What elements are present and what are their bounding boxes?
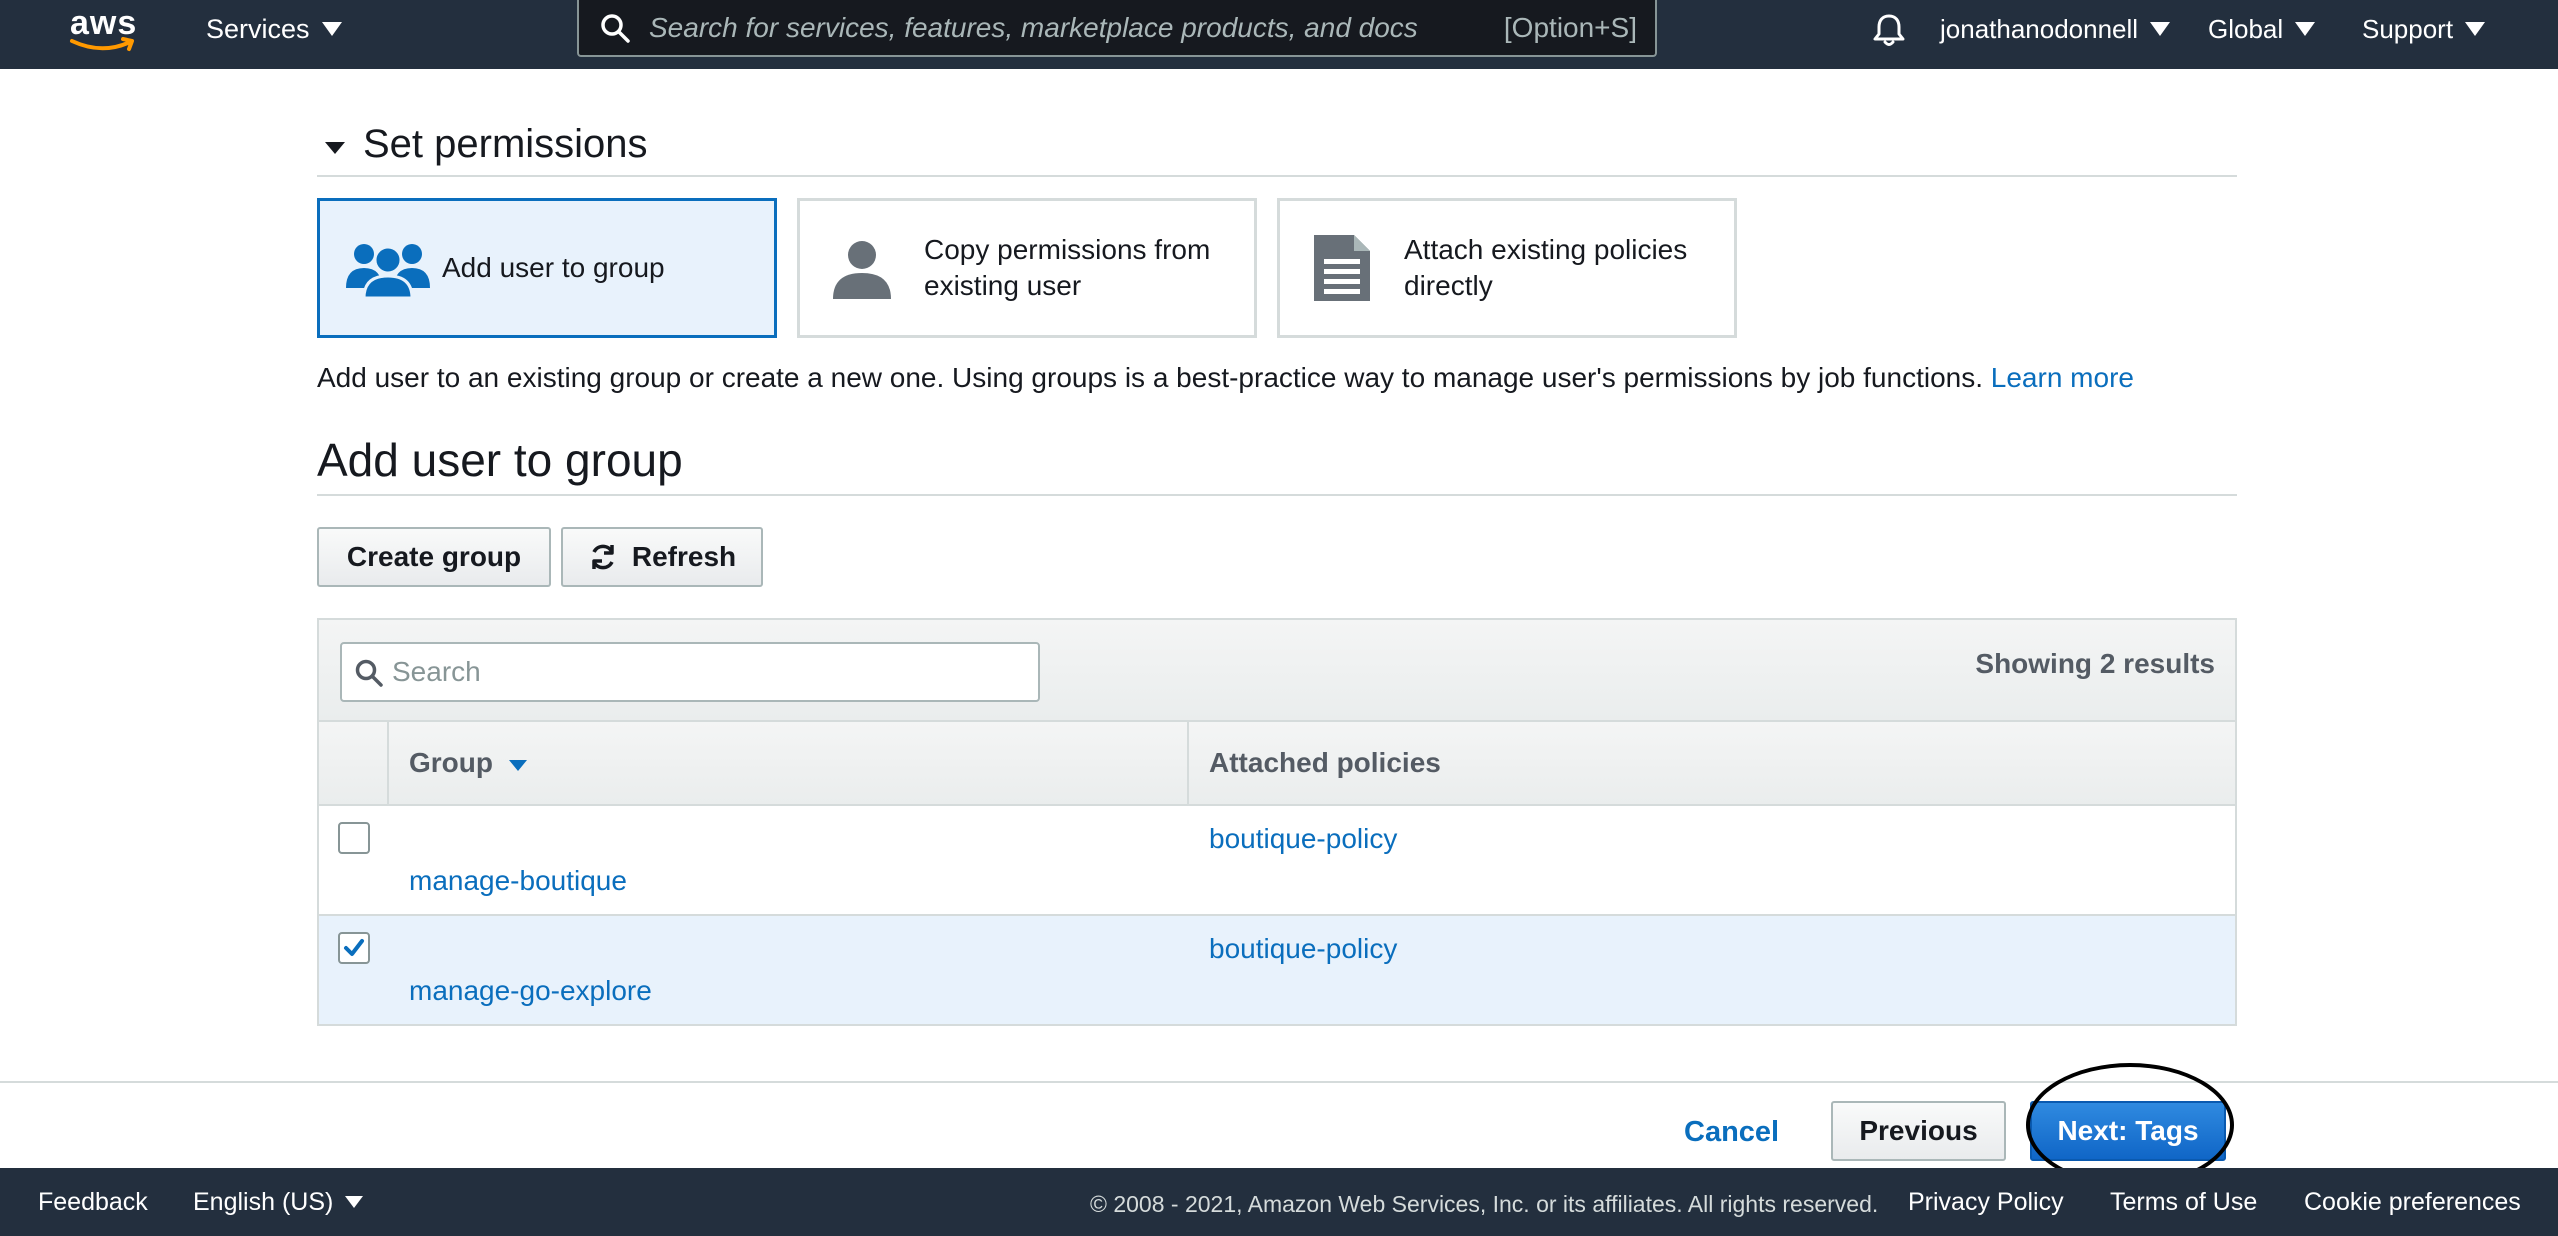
region-menu[interactable]: Global xyxy=(2208,13,2316,45)
option-copy-permissions[interactable]: Copy permissions from existing user xyxy=(797,198,1257,338)
row-checkbox[interactable] xyxy=(338,822,370,854)
user-group-icon xyxy=(320,238,442,298)
services-menu[interactable]: Services xyxy=(206,13,342,45)
table-header: Group Attached policies xyxy=(319,722,2235,806)
permissions-description: Add user to an existing group or create … xyxy=(317,362,2134,393)
chevron-down-icon xyxy=(321,22,342,36)
region-label: Global xyxy=(2208,14,2284,44)
column-header-group[interactable]: Group xyxy=(389,722,1189,804)
sort-descending-icon[interactable] xyxy=(509,759,527,771)
chevron-down-icon xyxy=(2295,22,2316,36)
group-link[interactable]: manage-go-explore xyxy=(409,974,652,1008)
create-group-button[interactable]: Create group xyxy=(317,527,551,587)
services-label: Services xyxy=(206,14,310,44)
console-footer: Feedback English (US) © 2008 - 2021, Ama… xyxy=(0,1168,2558,1236)
document-icon xyxy=(1280,233,1404,303)
option-attach-policies[interactable]: Attach existing policies directly xyxy=(1277,198,1737,338)
account-menu[interactable]: jonathanodonnell xyxy=(1940,13,2171,45)
copyright-text: © 2008 - 2021, Amazon Web Services, Inc.… xyxy=(1090,1191,1879,1217)
chevron-down-icon xyxy=(2150,22,2171,36)
user-icon xyxy=(800,237,924,299)
policy-link[interactable]: boutique-policy xyxy=(1209,822,1397,856)
refresh-button[interactable]: Refresh xyxy=(561,527,763,587)
row-checkbox[interactable] xyxy=(338,932,370,964)
aws-logo[interactable]: aws xyxy=(68,4,140,54)
option-label: Add user to group xyxy=(442,252,665,283)
feedback-link[interactable]: Feedback xyxy=(38,1186,148,1218)
cookie-preferences-link[interactable]: Cookie preferences xyxy=(2304,1186,2521,1218)
group-search-box[interactable] xyxy=(340,642,1040,702)
support-menu[interactable]: Support xyxy=(2362,13,2486,45)
groups-table: Showing 2 results Group Attached policie… xyxy=(317,618,2237,1026)
account-label: jonathanodonnell xyxy=(1940,14,2139,44)
policy-link[interactable]: boutique-policy xyxy=(1209,932,1397,966)
notifications-bell-icon[interactable] xyxy=(1872,12,1906,48)
search-icon xyxy=(601,14,630,43)
set-permissions-header[interactable]: Set permissions xyxy=(317,118,2237,177)
learn-more-link[interactable]: Learn more xyxy=(1991,362,2134,393)
global-search-box[interactable]: Search for services, features, marketpla… xyxy=(577,0,1657,57)
table-row[interactable]: manage-boutique boutique-policy xyxy=(319,806,2235,916)
chevron-down-icon xyxy=(2465,22,2486,36)
language-selector[interactable]: English (US) xyxy=(193,1186,364,1218)
wizard-footer: Cancel Previous Next: Tags xyxy=(0,1081,2558,1168)
select-column-header xyxy=(319,722,389,804)
column-header-policies: Attached policies xyxy=(1209,747,1441,778)
refresh-icon xyxy=(592,544,614,570)
checkmark-icon xyxy=(344,939,364,956)
global-search-placeholder: Search for services, features, marketpla… xyxy=(649,12,1418,43)
aws-smile-icon xyxy=(70,37,134,51)
add-user-to-group-title: Add user to group xyxy=(317,434,683,486)
terms-of-use-link[interactable]: Terms of Use xyxy=(2110,1186,2257,1218)
cancel-button[interactable]: Cancel xyxy=(1684,1115,1779,1149)
collapse-caret-icon[interactable] xyxy=(325,142,345,154)
group-search-input[interactable] xyxy=(392,652,1022,692)
next-tags-button[interactable]: Next: Tags xyxy=(2030,1101,2226,1161)
results-count: Showing 2 results xyxy=(1975,648,2215,679)
top-nav: aws Services Search for services, featur… xyxy=(0,0,2558,69)
table-toolbar: Showing 2 results xyxy=(319,620,2235,722)
group-link[interactable]: manage-boutique xyxy=(409,864,627,898)
previous-button[interactable]: Previous xyxy=(1831,1101,2006,1161)
search-icon xyxy=(355,659,383,687)
support-label: Support xyxy=(2362,14,2454,44)
table-row[interactable]: manage-go-explore boutique-policy xyxy=(319,916,2235,1026)
option-add-user-to-group[interactable]: Add user to group xyxy=(317,198,777,338)
set-permissions-title: Set permissions xyxy=(363,122,648,166)
privacy-policy-link[interactable]: Privacy Policy xyxy=(1908,1186,2064,1218)
add-user-to-group-header: Add user to group xyxy=(317,428,2237,496)
option-label: Copy permissions from existing user xyxy=(924,234,1211,301)
search-shortcut-hint: [Option+S] xyxy=(1503,12,1637,43)
option-label: Attach existing policies directly xyxy=(1404,234,1688,301)
chevron-down-icon xyxy=(345,1196,364,1208)
